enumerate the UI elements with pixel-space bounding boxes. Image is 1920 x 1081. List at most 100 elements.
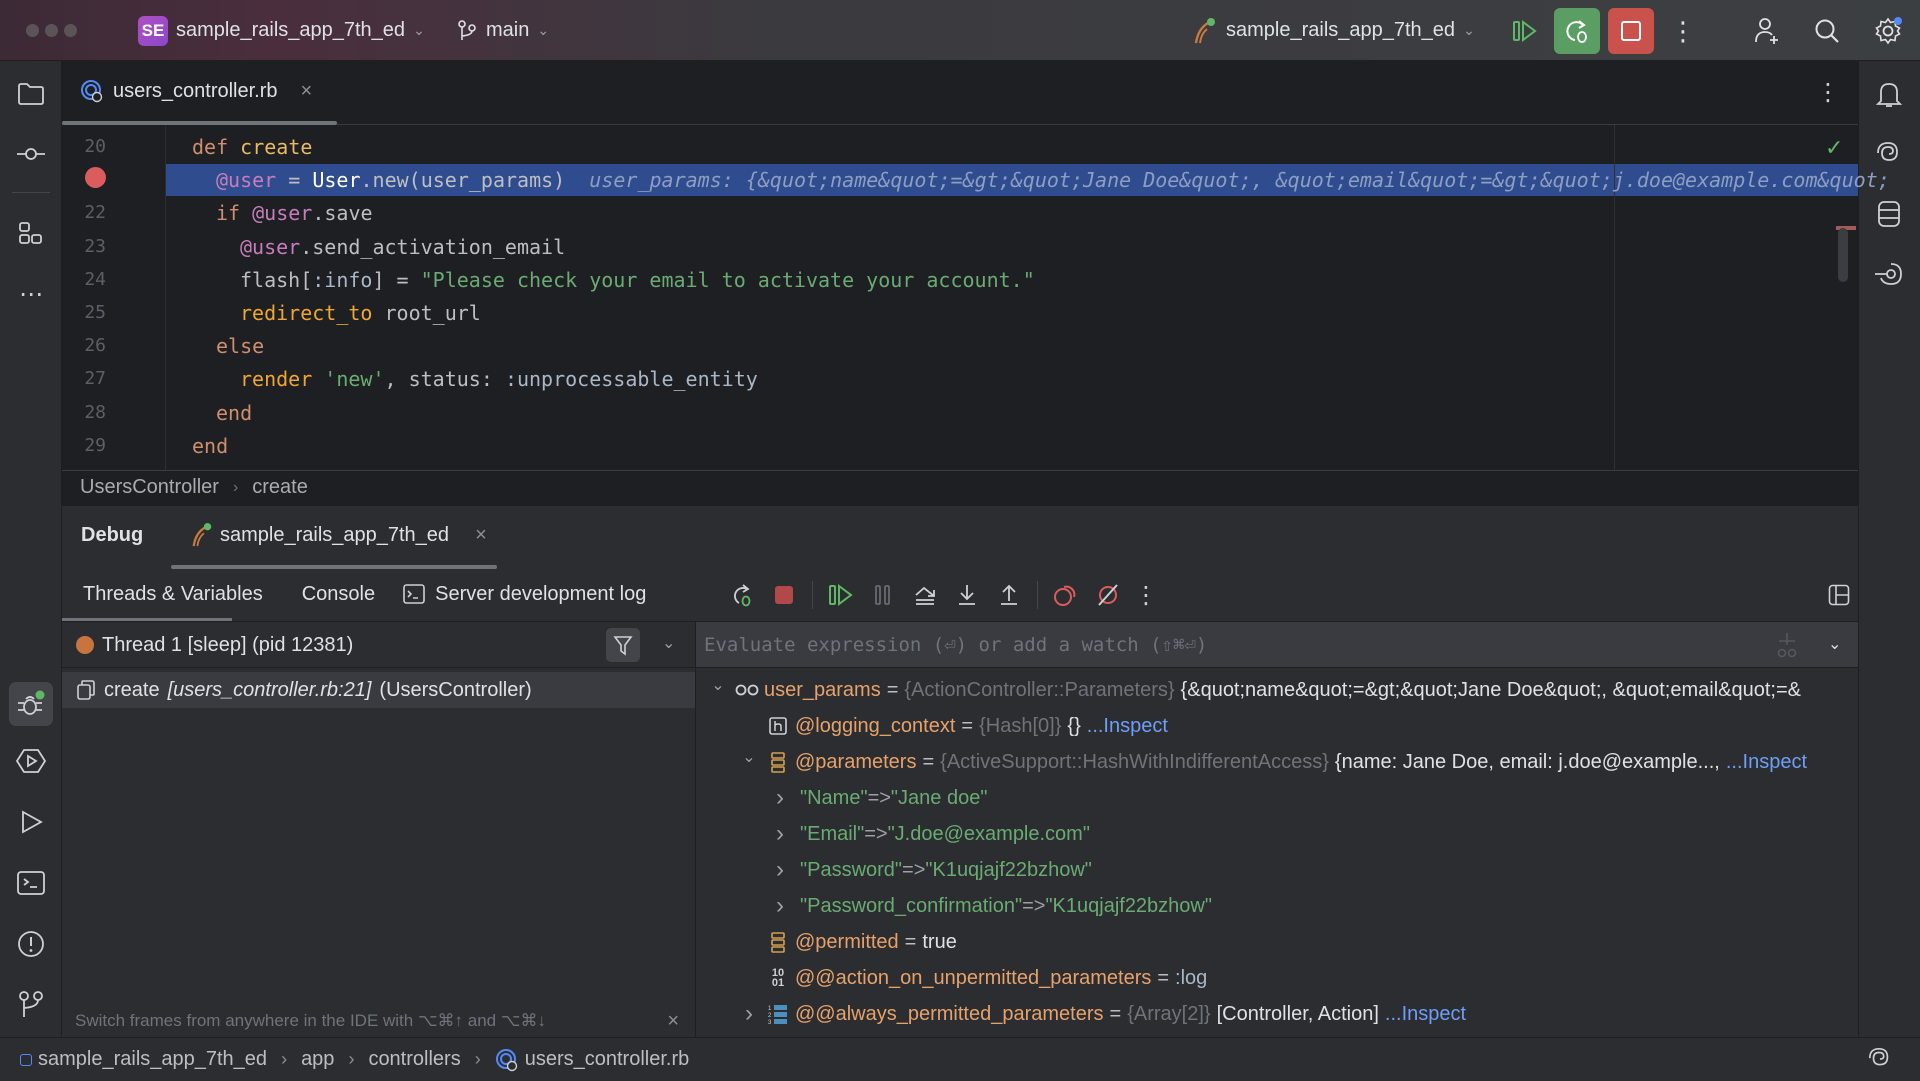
editor-tab-users-controller[interactable]: users_controller.rb × bbox=[80, 61, 312, 121]
variable-row[interactable]: › "Email" => "J.doe@example.com" bbox=[700, 816, 1850, 852]
stack-frame-row[interactable]: create [users_controller.rb:21] (UsersCo… bbox=[62, 672, 695, 708]
services-tool-button[interactable] bbox=[13, 743, 49, 779]
stop-button[interactable] bbox=[1608, 8, 1654, 54]
breadcrumb-method[interactable]: create bbox=[252, 476, 308, 499]
variable-row[interactable]: › 1 2 3 @@always_permitted_parameters = {Array… bbox=[700, 996, 1850, 1032]
problems-tool-button[interactable] bbox=[13, 926, 49, 962]
code-with-me-button[interactable] bbox=[1750, 14, 1784, 48]
branch-name: main bbox=[486, 19, 530, 41]
variable-row[interactable]: › "Name" => "Jane doe" bbox=[700, 780, 1850, 816]
line-number[interactable]: 20 bbox=[62, 136, 106, 157]
step-out-button[interactable] bbox=[995, 581, 1023, 609]
settings-button[interactable] bbox=[1870, 14, 1906, 48]
evaluate-expression-field[interactable]: Evaluate expression (⏎) or add a watch (… bbox=[696, 622, 1858, 668]
breadcrumb-class[interactable]: UsersController bbox=[80, 476, 219, 499]
inspect-link[interactable]: ...Inspect bbox=[1087, 715, 1168, 738]
run-config-selector[interactable]: sample_rails_app_7th_ed ⌄ bbox=[1192, 0, 1475, 61]
line-number[interactable]: 28 bbox=[62, 402, 106, 423]
inspection-ok-icon[interactable]: ✓ bbox=[1825, 135, 1843, 161]
endpoints-button[interactable] bbox=[1871, 256, 1907, 292]
nav-file[interactable]: users_controller.rb bbox=[525, 1048, 690, 1071]
code-line: if @user.save bbox=[216, 197, 373, 230]
more-vertical-icon: ⋮ bbox=[1816, 79, 1840, 106]
thread-dropdown-chevron-icon[interactable]: ⌄ bbox=[662, 633, 675, 653]
branch-selector[interactable]: main ⌄ bbox=[456, 0, 549, 61]
nav-project[interactable]: sample_rails_app_7th_ed bbox=[38, 1048, 267, 1071]
debug-tool-button[interactable] bbox=[9, 682, 53, 726]
chevron-down-icon[interactable]: ⌄ bbox=[739, 747, 759, 767]
chevron-right-icon[interactable]: › bbox=[770, 856, 790, 884]
commit-tool-button[interactable] bbox=[13, 136, 49, 172]
stop-debug-button[interactable] bbox=[770, 581, 798, 609]
inspect-link[interactable]: ...Inspect bbox=[1726, 751, 1807, 774]
layout-settings-button[interactable] bbox=[1826, 582, 1852, 608]
variable-row[interactable]: › "Password_confirmation" => "K1uqjajf22b… bbox=[700, 888, 1850, 924]
more-actions-button[interactable]: ⋮ bbox=[1670, 14, 1696, 48]
variable-row[interactable]: ⌄ @parameters = {ActiveSupport::HashWithInd… bbox=[700, 744, 1850, 780]
variable-row[interactable]: @logging_context = {Hash[0]}{} ...Inspect bbox=[700, 708, 1850, 744]
subtab-threads-variables[interactable]: Threads & Variables bbox=[62, 583, 284, 606]
terminal-tool-button[interactable] bbox=[13, 865, 49, 901]
rerun-button[interactable] bbox=[728, 581, 756, 609]
ai-status-button[interactable] bbox=[1866, 1046, 1894, 1078]
line-number[interactable]: 22 bbox=[62, 202, 106, 223]
project-badge: SE bbox=[138, 15, 168, 46]
close-tab-icon[interactable]: × bbox=[301, 80, 313, 103]
thread-selector[interactable]: Thread 1 [sleep] (pid 12381) bbox=[76, 622, 353, 668]
strip-divider bbox=[12, 192, 50, 193]
pause-button[interactable] bbox=[869, 581, 897, 609]
line-number[interactable] bbox=[62, 167, 106, 193]
debug-more-button[interactable]: ⋮ bbox=[1134, 581, 1158, 609]
step-into-button[interactable] bbox=[953, 581, 981, 609]
subtab-server-log[interactable]: Server development log bbox=[393, 583, 656, 606]
chevron-right-icon[interactable]: › bbox=[770, 820, 790, 848]
debug-session-tab[interactable]: sample_rails_app_7th_ed × bbox=[190, 505, 487, 565]
inspect-link[interactable]: ...Inspect bbox=[1385, 1003, 1466, 1026]
search-button[interactable] bbox=[1810, 14, 1844, 48]
line-number[interactable]: 24 bbox=[62, 269, 106, 290]
notifications-button[interactable] bbox=[1871, 76, 1907, 112]
chevron-right-icon[interactable]: › bbox=[770, 784, 790, 812]
nav-app[interactable]: app bbox=[301, 1048, 334, 1071]
database-button[interactable] bbox=[1871, 196, 1907, 232]
binary-icon: 10 01 bbox=[771, 967, 785, 989]
close-hint-icon[interactable]: × bbox=[667, 1010, 685, 1033]
step-over-button[interactable] bbox=[911, 581, 939, 609]
line-number[interactable]: 27 bbox=[62, 368, 106, 389]
chevron-down-icon[interactable]: ⌄ bbox=[708, 675, 728, 695]
resume-button[interactable] bbox=[1508, 14, 1542, 48]
watches-dropdown-chevron-icon[interactable]: ⌄ bbox=[1828, 634, 1841, 654]
line-number[interactable]: 29 bbox=[62, 435, 106, 456]
project-tool-button[interactable] bbox=[13, 76, 49, 112]
line-number[interactable]: 26 bbox=[62, 335, 106, 356]
chevron-right-icon[interactable]: › bbox=[739, 1000, 759, 1028]
editor-scrollbar[interactable] bbox=[1838, 228, 1848, 282]
chevron-right-icon[interactable]: › bbox=[770, 892, 790, 920]
frames-variables-splitter[interactable] bbox=[695, 622, 696, 1037]
editor-tab-options-button[interactable]: ⋮ bbox=[1816, 78, 1840, 107]
breakpoint-icon[interactable] bbox=[85, 167, 106, 189]
rerun-debug-button[interactable] bbox=[1554, 8, 1600, 54]
window-close-button[interactable] bbox=[26, 24, 39, 37]
structure-tool-button[interactable] bbox=[13, 216, 49, 252]
add-watch-button[interactable] bbox=[1774, 630, 1800, 666]
more-tools-button[interactable]: ⋯ bbox=[13, 276, 49, 312]
variable-row[interactable]: ⌄ user_params = {ActionController::Paramete… bbox=[700, 672, 1850, 708]
close-session-icon[interactable]: × bbox=[475, 524, 487, 547]
resume-program-button[interactable] bbox=[827, 581, 855, 609]
git-tool-button[interactable] bbox=[13, 986, 49, 1022]
variable-row[interactable]: @permitted = true bbox=[700, 924, 1850, 960]
variable-row[interactable]: › "Password" => "K1uqjajf22bzhow" bbox=[700, 852, 1850, 888]
window-minimize-button[interactable] bbox=[45, 24, 58, 37]
window-maximize-button[interactable] bbox=[64, 24, 77, 37]
view-breakpoints-button[interactable] bbox=[1052, 581, 1080, 609]
line-number[interactable]: 23 bbox=[62, 236, 106, 257]
variable-row[interactable]: 10 01 @@action_on_unpermitted_parameters =:… bbox=[700, 960, 1850, 996]
nav-controllers[interactable]: controllers bbox=[368, 1048, 460, 1071]
filter-frames-button[interactable] bbox=[606, 628, 640, 662]
mute-breakpoints-button[interactable] bbox=[1094, 581, 1122, 609]
project-selector[interactable]: SE sample_rails_app_7th_ed ⌄ bbox=[138, 0, 425, 61]
run-tool-button[interactable] bbox=[13, 804, 49, 840]
subtab-console[interactable]: Console bbox=[284, 583, 393, 606]
line-number[interactable]: 25 bbox=[62, 302, 106, 323]
